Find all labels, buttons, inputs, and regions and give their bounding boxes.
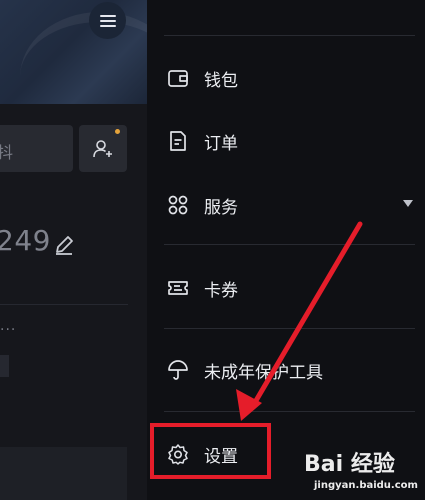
menu-item-wallet[interactable]: 钱包 (147, 55, 425, 101)
divider (164, 328, 415, 329)
menu-item-label: 未成年保护工具 (204, 362, 323, 383)
divider (164, 35, 415, 36)
menu-item-orders[interactable]: 订单 (147, 118, 425, 164)
add-friend-button[interactable] (79, 125, 127, 172)
divider (164, 244, 415, 245)
add-user-icon (93, 139, 112, 157)
menu-item-minor-protection[interactable]: 未成年保护工具 (147, 347, 425, 393)
truncated-text: ... (0, 318, 17, 334)
menu-item-coupons[interactable]: 卡券 (147, 265, 425, 311)
search-field-text: 抖 (0, 143, 14, 162)
content-card (0, 447, 127, 500)
coupon-icon (168, 281, 188, 295)
umbrella-icon (168, 360, 188, 380)
hamburger-icon (99, 12, 116, 30)
baidu-jingyan-watermark: Bai 经验 jingyan.baidu.com (304, 446, 418, 491)
divider (164, 411, 415, 412)
menu-item-label: 服务 (204, 197, 238, 218)
annotation-highlight-box (150, 423, 271, 479)
wallet-icon (168, 70, 188, 87)
menu-item-label: 订单 (204, 133, 238, 154)
notification-dot (115, 129, 120, 134)
menu-item-label: 钱包 (204, 70, 238, 91)
background-profile-panel: 抖 249 ... (0, 0, 147, 500)
services-icon (168, 195, 188, 215)
divider (0, 304, 128, 305)
watermark-brand: Bai 经验 (304, 452, 395, 477)
cover-decoration (20, 12, 147, 142)
menu-item-label: 卡券 (204, 280, 238, 301)
watermark-url: jingyan.baidu.com (314, 480, 418, 491)
order-icon (170, 131, 186, 151)
content-block (0, 355, 9, 377)
menu-item-services[interactable]: 服务 (147, 182, 425, 228)
edit-icon[interactable] (52, 233, 76, 257)
hamburger-menu-button[interactable] (89, 2, 126, 39)
chevron-down-icon[interactable] (403, 200, 413, 207)
user-id-number: 249 (0, 224, 51, 257)
